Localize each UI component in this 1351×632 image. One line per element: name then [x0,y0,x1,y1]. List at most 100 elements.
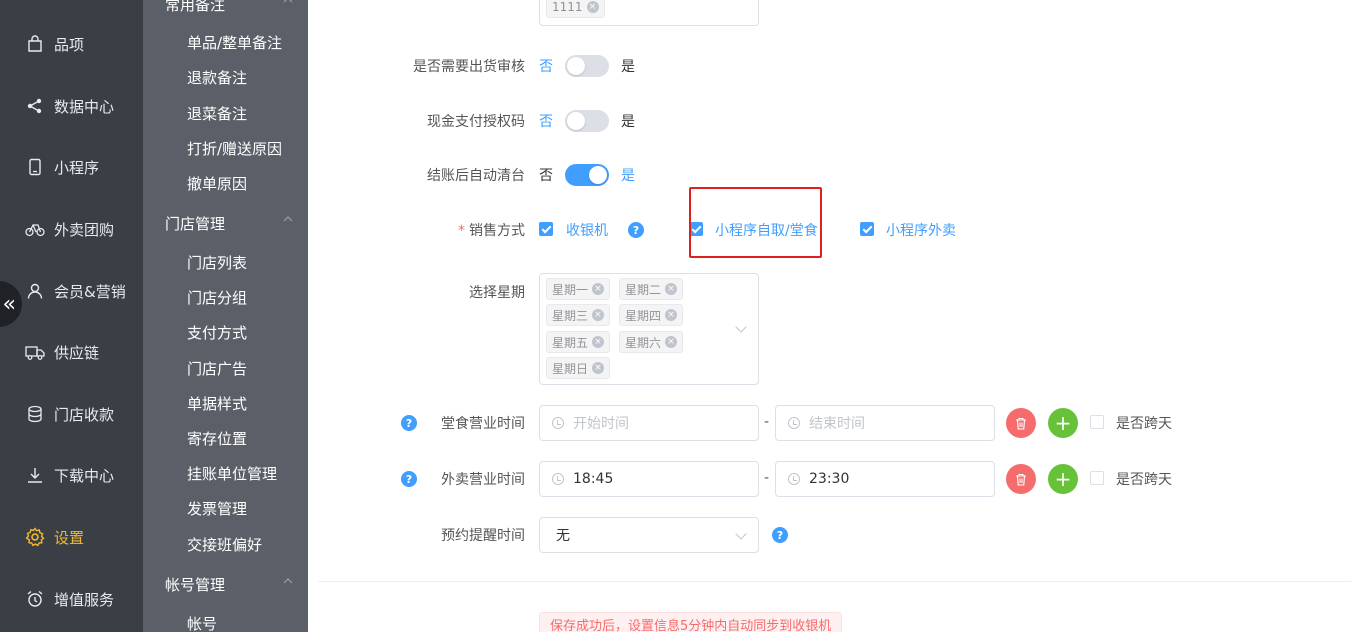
tag-close-icon[interactable]: × [592,336,605,348]
tag-close-icon[interactable]: × [665,309,678,321]
subnav-item[interactable]: 退菜备注 [187,103,247,124]
add-time-button[interactable]: + [1048,464,1078,494]
user-icon [25,281,45,301]
nav-item-data-center[interactable]: 数据中心 [0,86,143,126]
subnav-item[interactable]: 寄存位置 [187,428,247,449]
subnav-group-common-notes[interactable]: 常用备注 [165,0,225,15]
subnav-item[interactable]: 撤单原因 [187,173,247,194]
nav-item-mini-program[interactable]: 小程序 [0,147,143,187]
subnav-item[interactable]: 发票管理 [187,498,247,519]
dine-in-end-time[interactable]: 结束时间 [775,405,995,441]
subnav-item[interactable]: 门店广告 [187,358,247,379]
tag-label: 星期三 [552,308,589,323]
tag-close-icon[interactable]: × [592,283,605,295]
cross-day-label[interactable]: 是否跨天 [1116,413,1172,433]
weekdays-select[interactable]: 星期一 × 星期二 × 星期三 × 星期四 × 星期五 × 星期六 × 星期日 × [539,273,759,385]
auto-clear-switch[interactable] [565,164,609,186]
plus-icon: + [1054,411,1072,435]
clock-icon [788,473,800,485]
gear-icon [25,527,45,547]
subnav-item[interactable]: 门店分组 [187,287,247,308]
nav-item-label: 会员&营销 [54,282,126,301]
help-icon[interactable]: ? [628,222,644,238]
subnav-item[interactable]: 单品/整单备注 [187,32,282,53]
cash-auth-label: 现金支付授权码 [427,114,525,130]
subnav-item[interactable]: 退款备注 [187,67,247,88]
start-time-value: 18:45 [573,471,614,487]
nav-item-label: 品项 [54,35,85,54]
truck-icon [25,342,45,362]
sales-mode-label-text: 销售方式 [469,223,525,239]
sales-mode-label: * 销售方式 [458,220,525,240]
nav-item-store-payments[interactable]: 门店收款 [0,394,143,434]
subnav-group-store-management[interactable]: 门店管理 [165,213,225,234]
shipping-review-switch[interactable] [565,55,609,77]
range-separator: - [764,414,770,430]
delivery-end-time[interactable]: 23:30 [775,461,995,497]
delivery-start-time[interactable]: 18:45 [539,461,759,497]
switch-on-text: 是 [621,114,635,130]
subnav-item[interactable]: 单据样式 [187,393,247,414]
checkbox-mini-program-pickup[interactable] [689,222,703,236]
reminder-select[interactable]: 无 [539,517,759,553]
nav-item-supply-chain[interactable]: 供应链 [0,332,143,372]
subnav-item[interactable]: 挂账单位管理 [187,463,277,484]
clock-icon [788,417,800,429]
delivery-cross-day-checkbox[interactable] [1090,471,1104,485]
tag-label: 星期一 [552,282,589,297]
end-time-placeholder: 结束时间 [809,416,865,432]
subnav-item[interactable]: 交接班偏好 [187,534,262,555]
nav-item-label: 数据中心 [54,97,115,116]
chevron-up-icon[interactable] [282,0,294,6]
tag-label: 星期六 [625,335,662,350]
subnav-item[interactable]: 门店列表 [187,252,247,273]
subnav-item[interactable]: 支付方式 [187,322,247,343]
alarm-clock-icon [25,589,45,609]
tag-close-icon[interactable]: × [592,309,605,321]
bicycle-icon [25,219,45,239]
tag-select[interactable]: 1111 × [539,0,759,26]
tag-close-icon[interactable]: × [665,336,678,348]
nav-item-delivery-groupbuy[interactable]: 外卖团购 [0,209,143,249]
subnav-item[interactable]: 打折/赠送原因 [187,138,282,159]
tag-label: 星期日 [552,361,589,376]
switch-off-text: 否 [539,114,553,130]
chevron-up-icon[interactable] [282,575,294,587]
tag-close-icon[interactable]: × [586,1,599,13]
auto-clear-label: 结账后自动清台 [427,168,525,184]
chevron-up-icon[interactable] [282,213,294,225]
help-icon[interactable]: ? [401,415,417,431]
save-sync-tip: 保存成功后，设置信息5分钟内自动同步到收银机 [539,612,843,632]
checkbox-cashier[interactable] [539,222,553,236]
secondary-sidebar: 常用备注 单品/整单备注 退款备注 退菜备注 打折/赠送原因 撤单原因 门店管理… [143,0,308,632]
delete-time-button[interactable] [1006,464,1036,494]
dine-in-start-time[interactable]: 开始时间 [539,405,759,441]
required-mark: * [458,223,465,239]
help-icon[interactable]: ? [401,471,417,487]
help-icon[interactable]: ? [772,527,788,543]
subnav-item[interactable]: 帐号 [187,613,217,632]
primary-sidebar: 品项 数据中心 小程序 外卖团购 会员&营销 供应链 门店收款 下载中心 设置 … [0,0,143,632]
dine-in-cross-day-checkbox[interactable] [1090,415,1104,429]
dine-in-hours-label: 堂食营业时间 [441,416,525,432]
clock-icon [552,417,564,429]
nav-item-settings[interactable]: 设置 [0,517,143,557]
tag: 星期六 × [619,331,684,353]
switch-knob [567,112,585,130]
cross-day-label[interactable]: 是否跨天 [1116,469,1172,489]
cash-auth-switch[interactable] [565,110,609,132]
checkbox-mini-program-pickup-label[interactable]: 小程序自取/堂食 [715,220,818,240]
checkbox-cashier-label[interactable]: 收银机 [566,220,608,240]
chevron-down-icon [735,321,747,333]
nav-item-products[interactable]: 品项 [0,24,143,64]
checkbox-mini-program-delivery[interactable] [860,222,874,236]
delete-time-button[interactable] [1006,408,1036,438]
add-time-button[interactable]: + [1048,408,1078,438]
tag-close-icon[interactable]: × [665,283,678,295]
checkbox-mini-program-delivery-label[interactable]: 小程序外卖 [886,220,956,240]
nav-item-value-added[interactable]: 增值服务 [0,579,143,619]
nav-item-download-center[interactable]: 下载中心 [0,455,143,495]
tag-close-icon[interactable]: × [592,362,605,374]
subnav-group-account-management[interactable]: 帐号管理 [165,574,225,595]
tag: 星期一 × [546,278,611,300]
